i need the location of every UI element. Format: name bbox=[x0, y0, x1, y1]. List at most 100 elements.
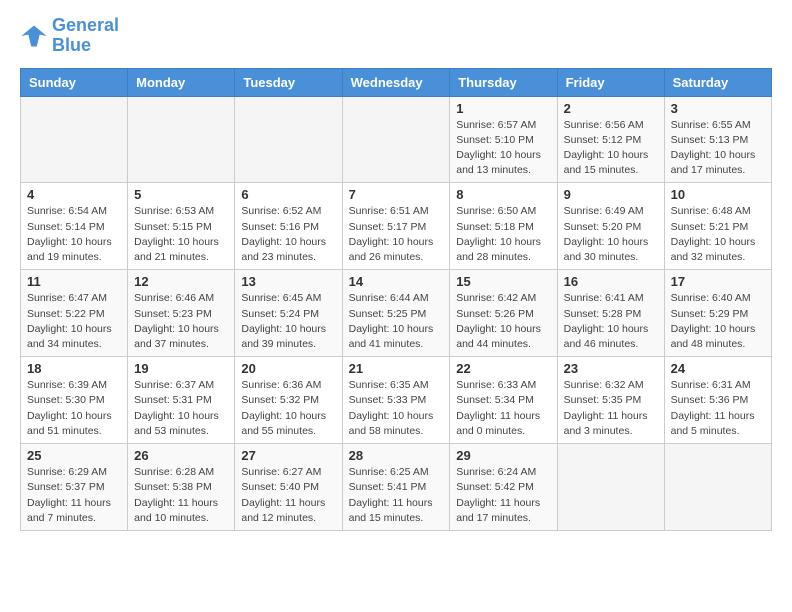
calendar-cell: 2 Sunrise: 6:56 AM Sunset: 5:12 PM Daylig… bbox=[557, 96, 664, 183]
calendar-cell: 5 Sunrise: 6:53 AM Sunset: 5:15 PM Daylig… bbox=[128, 183, 235, 270]
day-info: Sunrise: 6:39 AM Sunset: 5:30 PM Dayligh… bbox=[27, 378, 121, 439]
calendar-cell: 21 Sunrise: 6:35 AM Sunset: 5:33 PM Dayli… bbox=[342, 357, 450, 444]
day-info: Sunrise: 6:32 AM Sunset: 5:35 PM Dayligh… bbox=[564, 378, 658, 439]
day-info: Sunrise: 6:36 AM Sunset: 5:32 PM Dayligh… bbox=[241, 378, 335, 439]
weekday-header-wednesday: Wednesday bbox=[342, 68, 450, 96]
calendar-cell: 13 Sunrise: 6:45 AM Sunset: 5:24 PM Dayli… bbox=[235, 270, 342, 357]
day-info: Sunrise: 6:29 AM Sunset: 5:37 PM Dayligh… bbox=[27, 465, 121, 526]
calendar-cell: 19 Sunrise: 6:37 AM Sunset: 5:31 PM Dayli… bbox=[128, 357, 235, 444]
calendar-cell bbox=[557, 444, 664, 531]
day-info: Sunrise: 6:51 AM Sunset: 5:17 PM Dayligh… bbox=[349, 204, 444, 265]
calendar-cell: 10 Sunrise: 6:48 AM Sunset: 5:21 PM Dayli… bbox=[664, 183, 771, 270]
day-number: 14 bbox=[349, 274, 444, 289]
day-number: 18 bbox=[27, 361, 121, 376]
logo-icon bbox=[20, 22, 48, 50]
calendar-cell bbox=[128, 96, 235, 183]
weekday-header-saturday: Saturday bbox=[664, 68, 771, 96]
calendar-cell bbox=[664, 444, 771, 531]
day-number: 7 bbox=[349, 187, 444, 202]
day-info: Sunrise: 6:55 AM Sunset: 5:13 PM Dayligh… bbox=[671, 118, 765, 179]
logo: General Blue bbox=[20, 16, 119, 56]
day-info: Sunrise: 6:45 AM Sunset: 5:24 PM Dayligh… bbox=[241, 291, 335, 352]
day-number: 16 bbox=[564, 274, 658, 289]
calendar-cell: 3 Sunrise: 6:55 AM Sunset: 5:13 PM Daylig… bbox=[664, 96, 771, 183]
page-header: General Blue bbox=[20, 16, 772, 56]
calendar-cell: 25 Sunrise: 6:29 AM Sunset: 5:37 PM Dayli… bbox=[21, 444, 128, 531]
day-number: 3 bbox=[671, 101, 765, 116]
day-info: Sunrise: 6:33 AM Sunset: 5:34 PM Dayligh… bbox=[456, 378, 550, 439]
calendar-cell bbox=[342, 96, 450, 183]
weekday-header-thursday: Thursday bbox=[450, 68, 557, 96]
day-info: Sunrise: 6:35 AM Sunset: 5:33 PM Dayligh… bbox=[349, 378, 444, 439]
calendar-cell: 15 Sunrise: 6:42 AM Sunset: 5:26 PM Dayli… bbox=[450, 270, 557, 357]
day-info: Sunrise: 6:48 AM Sunset: 5:21 PM Dayligh… bbox=[671, 204, 765, 265]
calendar-week-2: 4Sunrise: 6:54 AM Sunset: 5:14 PM Daylig… bbox=[21, 183, 772, 270]
calendar-week-4: 18 Sunrise: 6:39 AM Sunset: 5:30 PM Dayli… bbox=[21, 357, 772, 444]
calendar-cell: 29 Sunrise: 6:24 AM Sunset: 5:42 PM Dayli… bbox=[450, 444, 557, 531]
calendar-table: SundayMondayTuesdayWednesdayThursdayFrid… bbox=[20, 68, 772, 531]
calendar-cell: 6 Sunrise: 6:52 AM Sunset: 5:16 PM Daylig… bbox=[235, 183, 342, 270]
calendar-week-3: 11 Sunrise: 6:47 AM Sunset: 5:22 PM Dayli… bbox=[21, 270, 772, 357]
day-info: Sunrise: 6:24 AM Sunset: 5:42 PM Dayligh… bbox=[456, 465, 550, 526]
day-number: 22 bbox=[456, 361, 550, 376]
day-number: 21 bbox=[349, 361, 444, 376]
calendar-cell: 4Sunrise: 6:54 AM Sunset: 5:14 PM Daylig… bbox=[21, 183, 128, 270]
day-info: Sunrise: 6:25 AM Sunset: 5:41 PM Dayligh… bbox=[349, 465, 444, 526]
calendar-cell bbox=[235, 96, 342, 183]
day-number: 20 bbox=[241, 361, 335, 376]
day-number: 13 bbox=[241, 274, 335, 289]
day-number: 19 bbox=[134, 361, 228, 376]
calendar-cell: 7 Sunrise: 6:51 AM Sunset: 5:17 PM Daylig… bbox=[342, 183, 450, 270]
day-info: Sunrise: 6:52 AM Sunset: 5:16 PM Dayligh… bbox=[241, 204, 335, 265]
day-number: 10 bbox=[671, 187, 765, 202]
day-info: Sunrise: 6:56 AM Sunset: 5:12 PM Dayligh… bbox=[564, 118, 658, 179]
calendar-week-1: 1 Sunrise: 6:57 AM Sunset: 5:10 PM Daylig… bbox=[21, 96, 772, 183]
day-info: Sunrise: 6:37 AM Sunset: 5:31 PM Dayligh… bbox=[134, 378, 228, 439]
day-number: 2 bbox=[564, 101, 658, 116]
calendar-cell: 26Sunrise: 6:28 AM Sunset: 5:38 PM Dayli… bbox=[128, 444, 235, 531]
calendar-week-5: 25 Sunrise: 6:29 AM Sunset: 5:37 PM Dayli… bbox=[21, 444, 772, 531]
day-number: 8 bbox=[456, 187, 550, 202]
day-info: Sunrise: 6:53 AM Sunset: 5:15 PM Dayligh… bbox=[134, 204, 228, 265]
day-number: 5 bbox=[134, 187, 228, 202]
weekday-header-friday: Friday bbox=[557, 68, 664, 96]
calendar-cell: 9 Sunrise: 6:49 AM Sunset: 5:20 PM Daylig… bbox=[557, 183, 664, 270]
day-info: Sunrise: 6:49 AM Sunset: 5:20 PM Dayligh… bbox=[564, 204, 658, 265]
day-number: 23 bbox=[564, 361, 658, 376]
day-number: 24 bbox=[671, 361, 765, 376]
day-info: Sunrise: 6:41 AM Sunset: 5:28 PM Dayligh… bbox=[564, 291, 658, 352]
calendar-cell: 18 Sunrise: 6:39 AM Sunset: 5:30 PM Dayli… bbox=[21, 357, 128, 444]
day-number: 6 bbox=[241, 187, 335, 202]
calendar-cell: 22 Sunrise: 6:33 AM Sunset: 5:34 PM Dayli… bbox=[450, 357, 557, 444]
calendar-cell: 27 Sunrise: 6:27 AM Sunset: 5:40 PM Dayli… bbox=[235, 444, 342, 531]
day-number: 15 bbox=[456, 274, 550, 289]
calendar-cell: 28Sunrise: 6:25 AM Sunset: 5:41 PM Dayli… bbox=[342, 444, 450, 531]
day-number: 1 bbox=[456, 101, 550, 116]
day-number: 11 bbox=[27, 274, 121, 289]
day-number: 9 bbox=[564, 187, 658, 202]
day-info: Sunrise: 6:42 AM Sunset: 5:26 PM Dayligh… bbox=[456, 291, 550, 352]
calendar-cell: 14 Sunrise: 6:44 AM Sunset: 5:25 PM Dayli… bbox=[342, 270, 450, 357]
weekday-header-tuesday: Tuesday bbox=[235, 68, 342, 96]
calendar-cell: 17 Sunrise: 6:40 AM Sunset: 5:29 PM Dayli… bbox=[664, 270, 771, 357]
day-number: 26 bbox=[134, 448, 228, 463]
day-info: Sunrise: 6:46 AM Sunset: 5:23 PM Dayligh… bbox=[134, 291, 228, 352]
logo-text: General Blue bbox=[52, 16, 119, 56]
day-info: Sunrise: 6:27 AM Sunset: 5:40 PM Dayligh… bbox=[241, 465, 335, 526]
day-info: Sunrise: 6:31 AM Sunset: 5:36 PM Dayligh… bbox=[671, 378, 765, 439]
day-info: Sunrise: 6:57 AM Sunset: 5:10 PM Dayligh… bbox=[456, 118, 550, 179]
calendar-cell: 16 Sunrise: 6:41 AM Sunset: 5:28 PM Dayli… bbox=[557, 270, 664, 357]
calendar-cell: 12Sunrise: 6:46 AM Sunset: 5:23 PM Dayli… bbox=[128, 270, 235, 357]
calendar-cell: 24 Sunrise: 6:31 AM Sunset: 5:36 PM Dayli… bbox=[664, 357, 771, 444]
day-info: Sunrise: 6:44 AM Sunset: 5:25 PM Dayligh… bbox=[349, 291, 444, 352]
weekday-header-row: SundayMondayTuesdayWednesdayThursdayFrid… bbox=[21, 68, 772, 96]
day-info: Sunrise: 6:40 AM Sunset: 5:29 PM Dayligh… bbox=[671, 291, 765, 352]
day-number: 29 bbox=[456, 448, 550, 463]
calendar-cell: 11 Sunrise: 6:47 AM Sunset: 5:22 PM Dayli… bbox=[21, 270, 128, 357]
calendar-cell: 23 Sunrise: 6:32 AM Sunset: 5:35 PM Dayli… bbox=[557, 357, 664, 444]
day-number: 17 bbox=[671, 274, 765, 289]
day-number: 25 bbox=[27, 448, 121, 463]
calendar-cell bbox=[21, 96, 128, 183]
day-info: Sunrise: 6:47 AM Sunset: 5:22 PM Dayligh… bbox=[27, 291, 121, 352]
day-number: 27 bbox=[241, 448, 335, 463]
